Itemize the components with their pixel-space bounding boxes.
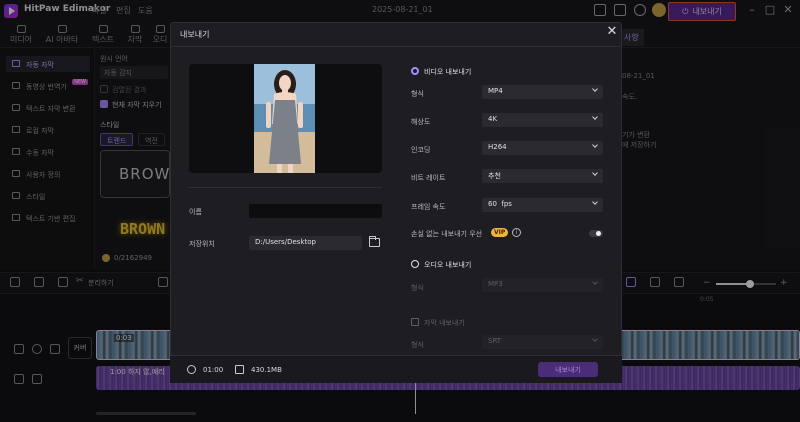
chevron-down-icon [592,142,598,148]
preview-thumbnail [254,64,315,173]
chevron-down-icon [592,279,598,285]
file-size-text: 430.1MB [251,366,282,374]
lossless-label: 손실 없는 내보내기 우선 [411,230,483,238]
file-size-icon [235,365,244,374]
encoding-label: 인코딩 [411,146,431,154]
close-icon[interactable]: ✕ [605,25,619,39]
vip-badge: VIP [491,228,509,237]
chevron-down-icon [592,114,598,120]
encoding-value: H264 [488,143,507,151]
audio-format-select[interactable]: MP3 [482,278,603,292]
framerate-value: 60 fps [488,200,512,208]
audio-format-label: 형식 [411,284,424,292]
bitrate-label: 비트 레이트 [411,174,446,182]
info-icon[interactable]: i [512,228,521,237]
dialog-divider [170,46,622,47]
framerate-select[interactable]: 60 fps [482,198,603,212]
chevron-down-icon [592,170,598,176]
subtitle-export-checkbox[interactable] [411,318,419,326]
clock-icon [187,365,196,374]
resolution-value: 4K [488,115,498,123]
video-export-label: 비디오 내보내기 [424,68,472,76]
resolution-label: 해상도 [411,118,431,126]
chevron-down-icon [592,86,598,92]
left-divider [189,187,382,188]
duration-text: 01:00 [203,366,224,374]
name-input[interactable] [249,204,382,218]
save-path-field[interactable]: D:/Users/Desktop [249,236,362,250]
encoding-select[interactable]: H264 [482,141,603,155]
lossless-toggle[interactable] [589,230,603,237]
subtitle-format-select[interactable]: SRT [482,335,603,349]
audio-export-radio[interactable] [411,260,419,268]
save-location-label: 저장위치 [189,240,215,248]
chevron-down-icon [592,199,598,205]
subtitle-export-label: 자막 내보내기 [424,319,465,327]
portrait-illustration [254,64,315,173]
dialog-title: 내보내기 [180,30,210,39]
resolution-select[interactable]: 4K [482,113,603,127]
audio-format-value: MP3 [488,280,503,288]
bitrate-value: 추천 [488,172,501,180]
name-label: 이름 [189,208,202,216]
video-export-radio[interactable] [411,67,419,75]
subtitle-format-value: SRT [488,337,502,345]
bitrate-select[interactable]: 추천 [482,169,603,183]
subtitle-format-label: 형식 [411,341,424,349]
chevron-down-icon [592,336,598,342]
export-button[interactable]: 내보내기 [538,362,598,377]
format-label: 형식 [411,90,424,98]
audio-export-label: 오디오 내보내기 [424,261,472,269]
format-select[interactable]: MP4 [482,85,603,99]
folder-icon[interactable] [369,236,380,247]
format-value: MP4 [488,87,503,95]
framerate-label: 프레임 속도 [411,203,446,211]
